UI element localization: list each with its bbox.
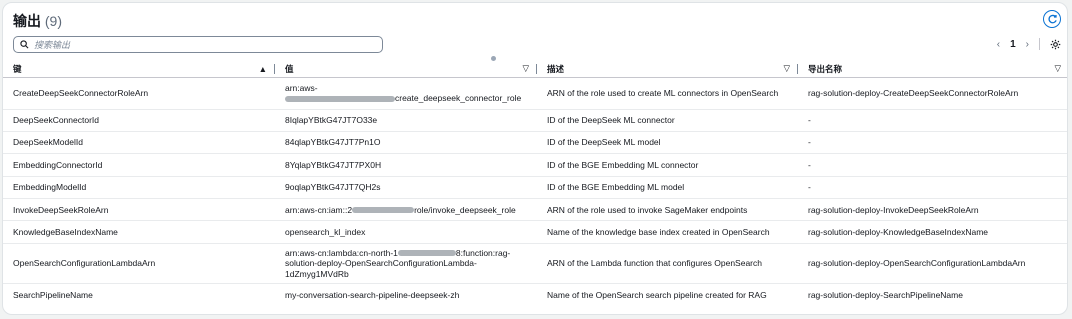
value-line: solution-deploy-OpenSearchConfigurationL… xyxy=(285,258,477,269)
table-row: InvokeDeepSeekRoleArn arn:aws-cn:iam::2 r… xyxy=(3,198,1067,222)
description-cell: ARN of the role used to create ML connec… xyxy=(537,77,798,110)
description-cell: Name of the knowledge base index created… xyxy=(537,220,798,244)
table-row: KnowledgeBaseIndexName opensearch_kl_ind… xyxy=(3,220,1067,244)
export-name-cell: rag-solution-deploy-SearchPipelineName xyxy=(808,289,963,300)
export-name-cell: rag-solution-deploy-InvokeDeepSeekRoleAr… xyxy=(798,198,1067,222)
search-field[interactable] xyxy=(13,36,383,53)
table-row: EmbeddingModelId 9oqlapYBtkG47JT7QH2s ID… xyxy=(3,176,1067,200)
pagination: ‹ 1 › xyxy=(997,38,1061,50)
column-header-description[interactable]: 描述 ▽ xyxy=(537,61,798,78)
column-header-label: 值 xyxy=(285,63,294,74)
value-cell: arn:aws- create_deepseek_connector_role xyxy=(275,77,537,110)
panel-title: 输出 (9) xyxy=(13,11,62,31)
description-cell: ID of the BGE Embedding ML connector xyxy=(537,153,798,177)
column-header-label: 描述 xyxy=(547,63,565,74)
sort-ascending-icon: ▲ xyxy=(258,63,267,74)
outputs-panel: 输出 (9) ‹ 1 › 键▲ 值▽ xyxy=(2,2,1068,315)
value-text: arn:aws-cn:iam::2 xyxy=(285,204,353,215)
value-cell: 8IqlapYBtkG47JT7O33e xyxy=(275,109,537,132)
export-name-cell: rag-solution-deploy-OpenSearchConfigurat… xyxy=(798,243,1067,284)
value-text: 8:function:rag- xyxy=(455,247,511,258)
export-name-cell: - xyxy=(798,109,1067,132)
refresh-icon xyxy=(1047,14,1057,23)
key-cell: InvokeDeepSeekRoleArn xyxy=(3,198,275,222)
table-header-row: 键 ▲ 值 ▽ 描述 ▽ 导出名称 ▽ xyxy=(3,61,1067,78)
value-cell: arn:aws-cn:lambda:cn-north-1 8:function:r… xyxy=(275,243,537,284)
export-name-cell: - xyxy=(798,176,1067,200)
value-cell: arn:aws-cn:iam::2 role/invoke_deepseek_ro… xyxy=(275,198,537,222)
column-header-label: 导出名称 xyxy=(808,63,843,74)
value-line: 1dZmyg1MVdRb xyxy=(285,268,349,279)
current-page[interactable]: 1 xyxy=(1010,39,1016,50)
value-cell: 84qlapYBtkG47JT7Pn1O xyxy=(275,131,537,155)
value-cell: 9oqlapYBtkG47JT7QH2s xyxy=(275,176,537,200)
value-line: arn:aws- xyxy=(285,82,318,93)
sort-icon: ▽ xyxy=(522,63,529,74)
pager-divider xyxy=(1039,38,1040,50)
panel-title-text: 输出 xyxy=(13,13,41,29)
key-cell: DeepSeekModelId xyxy=(3,131,275,155)
column-header-value[interactable]: 值 ▽ xyxy=(275,61,537,78)
column-header-label: 键 xyxy=(13,63,22,74)
table-row: EmbeddingConnectorId 8YqlapYBtkG47JT7PX0… xyxy=(3,153,1067,177)
key-cell: EmbeddingModelId xyxy=(3,176,275,200)
column-header-key[interactable]: 键 ▲ xyxy=(3,61,275,78)
redacted-text xyxy=(397,250,456,257)
table-row: DeepSeekConnectorId 8IqlapYBtkG47JT7O33e… xyxy=(3,109,1067,132)
value-text: arn:aws-cn:lambda:cn-north-1 xyxy=(285,247,398,258)
refresh-button[interactable] xyxy=(1043,10,1061,28)
value-cell: my-conversation-search-pipeline-deepseek… xyxy=(285,289,460,300)
redacted-text xyxy=(352,207,415,214)
redacted-text xyxy=(285,95,395,102)
key-cell: SearchPipelineName xyxy=(13,289,93,300)
search-icon xyxy=(20,40,29,49)
search-input[interactable] xyxy=(34,39,354,50)
description-cell: Name of the OpenSearch search pipeline c… xyxy=(547,289,767,300)
table-row: CreateDeepSeekConnectorRoleArn arn:aws- … xyxy=(3,77,1067,110)
column-header-export-name[interactable]: 导出名称 ▽ xyxy=(798,61,1067,78)
description-cell: ARN of the Lambda function that configur… xyxy=(537,243,798,284)
description-cell: ID of the DeepSeek ML connector xyxy=(537,109,798,132)
value-cell: opensearch_kl_index xyxy=(275,220,537,244)
value-text: role/invoke_deepseek_role xyxy=(414,204,516,215)
value-cell: 8YqlapYBtkG47JT7PX0H xyxy=(275,153,537,177)
next-page-button[interactable]: › xyxy=(1026,39,1029,50)
export-name-cell: - xyxy=(798,153,1067,177)
key-cell: CreateDeepSeekConnectorRoleArn xyxy=(3,77,275,110)
sort-icon: ▽ xyxy=(1054,63,1061,74)
key-cell: KnowledgeBaseIndexName xyxy=(3,220,275,244)
key-cell: EmbeddingConnectorId xyxy=(3,153,275,177)
table-row: OpenSearchConfigurationLambdaArn arn:aws… xyxy=(3,243,1067,284)
table-row: DeepSeekModelId 84qlapYBtkG47JT7Pn1O ID … xyxy=(3,131,1067,155)
table-row: SearchPipelineName my-conversation-searc… xyxy=(3,283,1067,305)
outputs-table: 键 ▲ 值 ▽ 描述 ▽ 导出名称 ▽ CreateDeepSeekConnectorR… xyxy=(3,61,1067,306)
description-cell: ID of the BGE Embedding ML model xyxy=(537,176,798,200)
key-cell: DeepSeekConnectorId xyxy=(3,109,275,132)
description-cell: ID of the DeepSeek ML model xyxy=(537,131,798,155)
key-cell: OpenSearchConfigurationLambdaArn xyxy=(3,243,275,284)
description-cell: ARN of the role used to invoke SageMaker… xyxy=(537,198,798,222)
value-line: create_deepseek_connector_role xyxy=(395,93,522,103)
export-name-cell: rag-solution-deploy-CreateDeepSeekConnec… xyxy=(798,77,1067,110)
export-name-cell: - xyxy=(798,131,1067,155)
sort-icon: ▽ xyxy=(783,63,790,74)
export-name-cell: rag-solution-deploy-KnowledgeBaseIndexNa… xyxy=(798,220,1067,244)
gear-icon[interactable] xyxy=(1050,39,1061,50)
output-count: (9) xyxy=(44,13,63,29)
prev-page-button[interactable]: ‹ xyxy=(997,39,1000,50)
